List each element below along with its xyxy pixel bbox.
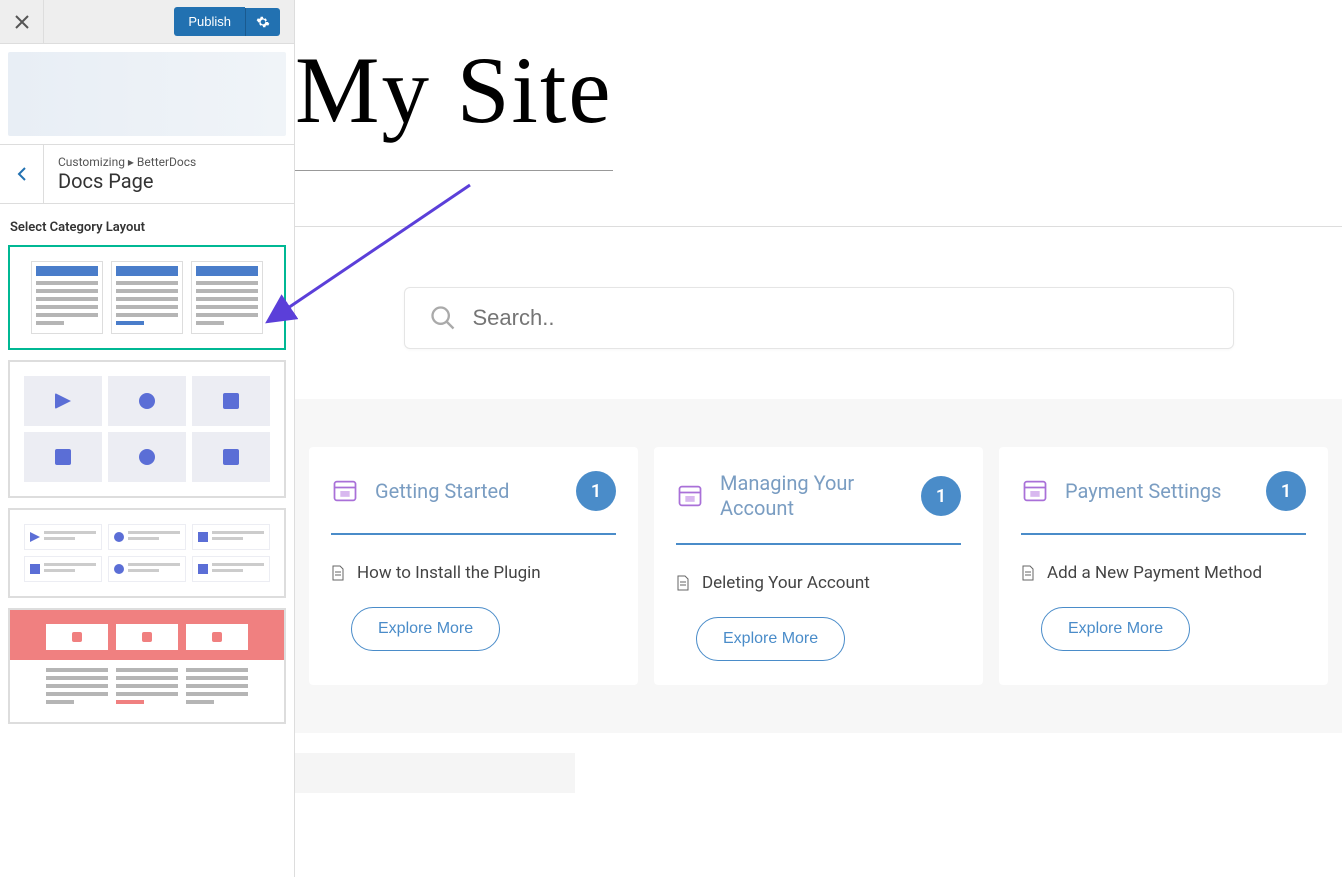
layout-option-2[interactable] bbox=[8, 360, 286, 498]
section-label: Select Category Layout bbox=[0, 204, 294, 245]
publish-button[interactable]: Publish bbox=[174, 7, 245, 36]
article-item[interactable]: Add a New Payment Method bbox=[1021, 563, 1306, 583]
site-title: My Site bbox=[295, 0, 613, 171]
gear-icon bbox=[256, 15, 270, 29]
layout-option-4[interactable] bbox=[8, 608, 286, 724]
chevron-left-icon bbox=[16, 166, 28, 182]
preview-pane: My Site Getting Started 1 How to Install… bbox=[295, 0, 1342, 877]
explore-more-button[interactable]: Explore More bbox=[351, 607, 500, 651]
document-icon bbox=[331, 565, 345, 581]
layout-option-3[interactable] bbox=[8, 508, 286, 598]
search-icon bbox=[429, 304, 457, 332]
explore-more-button[interactable]: Explore More bbox=[696, 617, 845, 661]
search-section bbox=[295, 227, 1342, 399]
category-card: Payment Settings 1 Add a New Payment Met… bbox=[999, 447, 1328, 685]
footer-placeholder bbox=[295, 753, 575, 793]
count-badge: 1 bbox=[921, 476, 961, 516]
document-icon bbox=[676, 575, 690, 591]
category-icon bbox=[1021, 477, 1049, 505]
article-item[interactable]: Deleting Your Account bbox=[676, 573, 961, 593]
document-icon bbox=[1021, 565, 1035, 581]
search-input[interactable] bbox=[473, 305, 1209, 331]
page-title: Docs Page bbox=[58, 169, 280, 193]
back-button[interactable] bbox=[0, 145, 44, 203]
close-icon bbox=[15, 15, 29, 29]
close-button[interactable] bbox=[0, 0, 44, 44]
layouts-list bbox=[0, 245, 294, 877]
explore-more-button[interactable]: Explore More bbox=[1041, 607, 1190, 651]
category-card: Managing Your Account 1 Deleting Your Ac… bbox=[654, 447, 983, 685]
site-preview-thumbnail bbox=[8, 52, 286, 136]
breadcrumb-row: Customizing ▸ BetterDocs Docs Page bbox=[0, 144, 294, 204]
breadcrumb: Customizing ▸ BetterDocs bbox=[58, 155, 280, 169]
article-title: How to Install the Plugin bbox=[357, 563, 541, 583]
layout-option-1[interactable] bbox=[8, 245, 286, 350]
category-icon bbox=[331, 477, 359, 505]
count-badge: 1 bbox=[576, 471, 616, 511]
count-badge: 1 bbox=[1266, 471, 1306, 511]
publish-settings-button[interactable] bbox=[245, 8, 280, 36]
categories-section: Getting Started 1 How to Install the Plu… bbox=[295, 399, 1342, 733]
category-title: Payment Settings bbox=[1065, 479, 1250, 504]
article-item[interactable]: How to Install the Plugin bbox=[331, 563, 616, 583]
sidebar-header: Publish bbox=[0, 0, 294, 44]
category-card: Getting Started 1 How to Install the Plu… bbox=[309, 447, 638, 685]
category-icon bbox=[676, 482, 704, 510]
article-title: Add a New Payment Method bbox=[1047, 563, 1262, 583]
customizer-sidebar: Publish Customizing ▸ BetterDocs Docs Pa… bbox=[0, 0, 295, 877]
category-title: Getting Started bbox=[375, 479, 560, 504]
category-title: Managing Your Account bbox=[720, 471, 905, 521]
article-title: Deleting Your Account bbox=[702, 573, 870, 593]
search-box[interactable] bbox=[404, 287, 1234, 349]
